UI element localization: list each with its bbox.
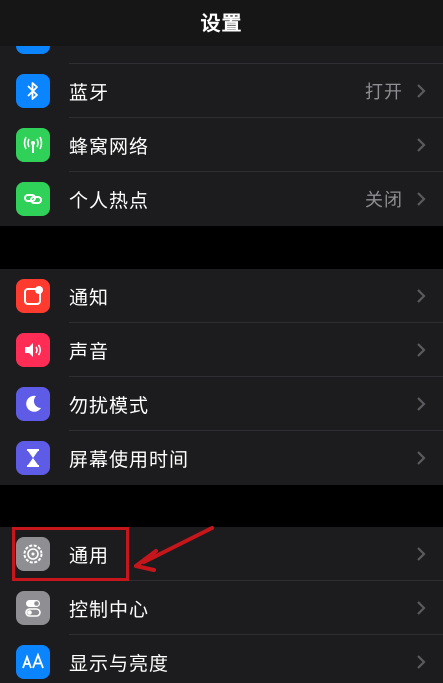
moon-icon	[16, 387, 50, 421]
chevron-right-icon	[417, 547, 426, 561]
toggles-icon	[16, 591, 50, 625]
settings-row-label: 勿扰模式	[69, 394, 150, 417]
settings-row-cellular[interactable]: 蜂窝网络	[0, 118, 443, 172]
settings-group-notifications: 通知 声音 勿扰模式 屏幕使用时间	[0, 269, 443, 485]
settings-group-general: 通用 控制中心 显示与亮度	[0, 527, 443, 683]
settings-row-label: 声音	[69, 340, 110, 363]
chevron-right-icon	[417, 343, 426, 357]
settings-row-label: 通用	[69, 544, 110, 567]
settings-row-do-not-disturb[interactable]: 勿扰模式	[0, 377, 443, 431]
settings-row-control-center[interactable]: 控制中心	[0, 581, 443, 635]
gear-icon	[16, 537, 50, 571]
chevron-right-icon	[417, 397, 426, 411]
settings-row-sounds[interactable]: 声音	[0, 323, 443, 377]
settings-row-label: 个人热点	[69, 189, 150, 212]
settings-row-label: 屏幕使用时间	[69, 448, 190, 471]
speaker-icon	[16, 333, 50, 367]
settings-row-label: 控制中心	[69, 598, 150, 621]
chevron-right-icon	[417, 192, 426, 206]
settings-row-label: 通知	[69, 286, 110, 309]
settings-row-label: 蓝牙	[69, 81, 110, 104]
settings-row-value: 打开	[365, 82, 403, 103]
settings-row-general[interactable]: 通用	[0, 527, 443, 581]
settings-row-bluetooth[interactable]: 蓝牙 打开	[0, 64, 443, 118]
hourglass-icon	[16, 441, 50, 475]
settings-row-value: 关闭	[365, 190, 403, 211]
chevron-right-icon	[417, 84, 426, 98]
chevron-right-icon	[417, 289, 426, 303]
antenna-icon	[16, 128, 50, 162]
settings-row-screen-time[interactable]: 屏幕使用时间	[0, 431, 443, 485]
navigation-bar: 设置	[0, 0, 443, 46]
chevron-right-icon	[417, 601, 426, 615]
page-title: 设置	[200, 10, 243, 35]
settings-row-label: 显示与亮度	[69, 652, 170, 675]
chevron-right-icon	[417, 451, 426, 465]
settings-row-label: 蜂窝网络	[69, 135, 150, 158]
notifications-icon	[16, 279, 50, 313]
chevron-right-icon	[417, 138, 426, 152]
settings-row-display[interactable]: 显示与亮度	[0, 635, 443, 683]
settings-list: 蓝牙 打开 蜂窝网络 个人热点 关闭 通知 声音 勿扰模式 屏幕使用时间 通用 …	[0, 0, 443, 683]
text-size-icon	[16, 645, 50, 679]
settings-row-hotspot[interactable]: 个人热点 关闭	[0, 172, 443, 226]
bluetooth-icon	[16, 74, 50, 108]
hotspot-icon	[16, 182, 50, 216]
settings-row-notifications[interactable]: 通知	[0, 269, 443, 323]
chevron-right-icon	[417, 655, 426, 669]
